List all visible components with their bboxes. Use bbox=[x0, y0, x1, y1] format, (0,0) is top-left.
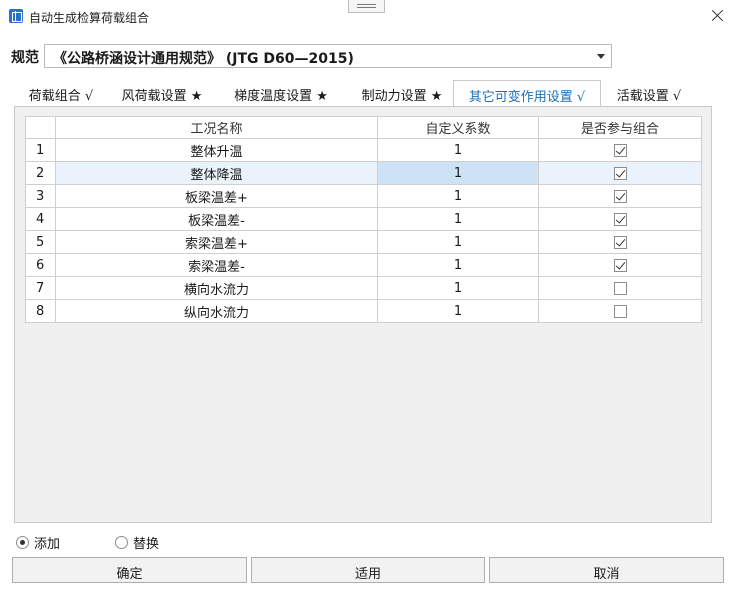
row-index: 1 bbox=[25, 138, 56, 162]
radio-replace-indicator[interactable] bbox=[115, 535, 128, 549]
tab-live-load[interactable]: 活载设置 √ bbox=[602, 80, 696, 106]
tab-other-variable-actions[interactable]: 其它可变作用设置 √ bbox=[453, 80, 601, 107]
checkbox-included[interactable] bbox=[613, 212, 627, 226]
included-cell[interactable] bbox=[538, 138, 702, 162]
chevron-down-icon[interactable] bbox=[597, 54, 605, 59]
table-row[interactable]: 6 索梁温差- 1 bbox=[25, 253, 702, 277]
case-name-cell[interactable]: 横向水流力 bbox=[55, 276, 378, 300]
table-row[interactable]: 5 索梁温差+ 1 bbox=[25, 230, 702, 254]
cancel-button[interactable]: 取消 bbox=[489, 557, 724, 583]
radio-replace[interactable]: 替换 bbox=[115, 533, 160, 552]
included-cell[interactable] bbox=[538, 161, 702, 185]
included-cell[interactable] bbox=[538, 207, 702, 231]
checkbox-included[interactable] bbox=[613, 304, 627, 318]
window-title: 自动生成检算荷载组合 bbox=[29, 11, 150, 25]
case-name-cell[interactable]: 索梁温差+ bbox=[55, 230, 378, 254]
apply-button[interactable]: 适用 bbox=[251, 557, 485, 583]
factor-cell[interactable]: 1 bbox=[377, 230, 539, 254]
included-cell[interactable] bbox=[538, 184, 702, 208]
case-name-cell[interactable]: 板梁温差- bbox=[55, 207, 378, 231]
factor-cell[interactable]: 1 bbox=[377, 276, 539, 300]
load-case-table: 工况名称 自定义系数 是否参与组合 1 整体升温 1 2 整体降温 1 3 板梁… bbox=[25, 116, 702, 323]
factor-cell[interactable]: 1 bbox=[377, 161, 539, 185]
column-header-case-name[interactable]: 工况名称 bbox=[55, 116, 378, 139]
checkbox-included[interactable] bbox=[613, 258, 627, 272]
row-index: 5 bbox=[25, 230, 56, 254]
row-index: 4 bbox=[25, 207, 56, 231]
radio-add-label: 添加 bbox=[34, 536, 61, 552]
checkbox-included[interactable] bbox=[613, 166, 627, 180]
checkbox-included[interactable] bbox=[613, 281, 627, 295]
included-cell[interactable] bbox=[538, 230, 702, 254]
row-index: 2 bbox=[25, 161, 56, 185]
spec-label: 规范 bbox=[11, 50, 39, 66]
table-row[interactable]: 1 整体升温 1 bbox=[25, 138, 702, 162]
close-icon[interactable] bbox=[708, 6, 728, 26]
factor-cell[interactable]: 1 bbox=[377, 207, 539, 231]
column-header-index bbox=[25, 116, 56, 139]
row-index: 8 bbox=[25, 299, 56, 323]
factor-cell[interactable]: 1 bbox=[377, 253, 539, 277]
table-row[interactable]: 2 整体降温 1 bbox=[25, 161, 702, 185]
tab-wind-load[interactable]: 风荷载设置 ★ bbox=[110, 80, 214, 106]
case-name-cell[interactable]: 板梁温差+ bbox=[55, 184, 378, 208]
factor-cell[interactable]: 1 bbox=[377, 138, 539, 162]
case-name-cell[interactable]: 整体降温 bbox=[55, 161, 378, 185]
case-name-cell[interactable]: 整体升温 bbox=[55, 138, 378, 162]
title-bar: 自动生成检算荷载组合 bbox=[0, 0, 732, 34]
app-icon bbox=[9, 9, 23, 23]
table-row[interactable]: 3 板梁温差+ 1 bbox=[25, 184, 702, 208]
ok-button[interactable]: 确定 bbox=[12, 557, 247, 583]
checkbox-included[interactable] bbox=[613, 235, 627, 249]
table-row[interactable]: 4 板梁温差- 1 bbox=[25, 207, 702, 231]
column-header-included[interactable]: 是否参与组合 bbox=[538, 116, 702, 139]
case-name-cell[interactable]: 纵向水流力 bbox=[55, 299, 378, 323]
spec-dropdown-value: 《公路桥涵设计通用规范》 (JTG D60—2015) bbox=[53, 51, 354, 67]
factor-cell[interactable]: 1 bbox=[377, 299, 539, 323]
spec-dropdown[interactable]: 《公路桥涵设计通用规范》 (JTG D60—2015) bbox=[44, 44, 612, 68]
row-index: 3 bbox=[25, 184, 56, 208]
table-row[interactable]: 7 横向水流力 1 bbox=[25, 276, 702, 300]
included-cell[interactable] bbox=[538, 276, 702, 300]
column-header-factor[interactable]: 自定义系数 bbox=[377, 116, 539, 139]
included-cell[interactable] bbox=[538, 253, 702, 277]
radio-add-indicator[interactable] bbox=[16, 535, 29, 549]
tab-braking-force[interactable]: 制动力设置 ★ bbox=[346, 80, 458, 106]
table-header-row: 工况名称 自定义系数 是否参与组合 bbox=[25, 116, 702, 139]
checkbox-included[interactable] bbox=[613, 189, 627, 203]
tab-load-combination[interactable]: 荷载组合 √ bbox=[14, 80, 108, 106]
radio-add[interactable]: 添加 bbox=[16, 533, 61, 552]
table-row[interactable]: 8 纵向水流力 1 bbox=[25, 299, 702, 323]
tab-gradient-temperature[interactable]: 梯度温度设置 ★ bbox=[218, 80, 344, 106]
row-index: 7 bbox=[25, 276, 56, 300]
case-name-cell[interactable]: 索梁温差- bbox=[55, 253, 378, 277]
radio-replace-label: 替换 bbox=[133, 536, 160, 552]
checkbox-included[interactable] bbox=[613, 143, 627, 157]
tab-panel: 工况名称 自定义系数 是否参与组合 1 整体升温 1 2 整体降温 1 3 板梁… bbox=[14, 106, 712, 523]
factor-cell[interactable]: 1 bbox=[377, 184, 539, 208]
tab-bar: 荷载组合 √ 风荷载设置 ★ 梯度温度设置 ★ 制动力设置 ★ 其它可变作用设置… bbox=[14, 80, 712, 107]
included-cell[interactable] bbox=[538, 299, 702, 323]
drag-handle-icon[interactable] bbox=[348, 0, 385, 13]
row-index: 6 bbox=[25, 253, 56, 277]
